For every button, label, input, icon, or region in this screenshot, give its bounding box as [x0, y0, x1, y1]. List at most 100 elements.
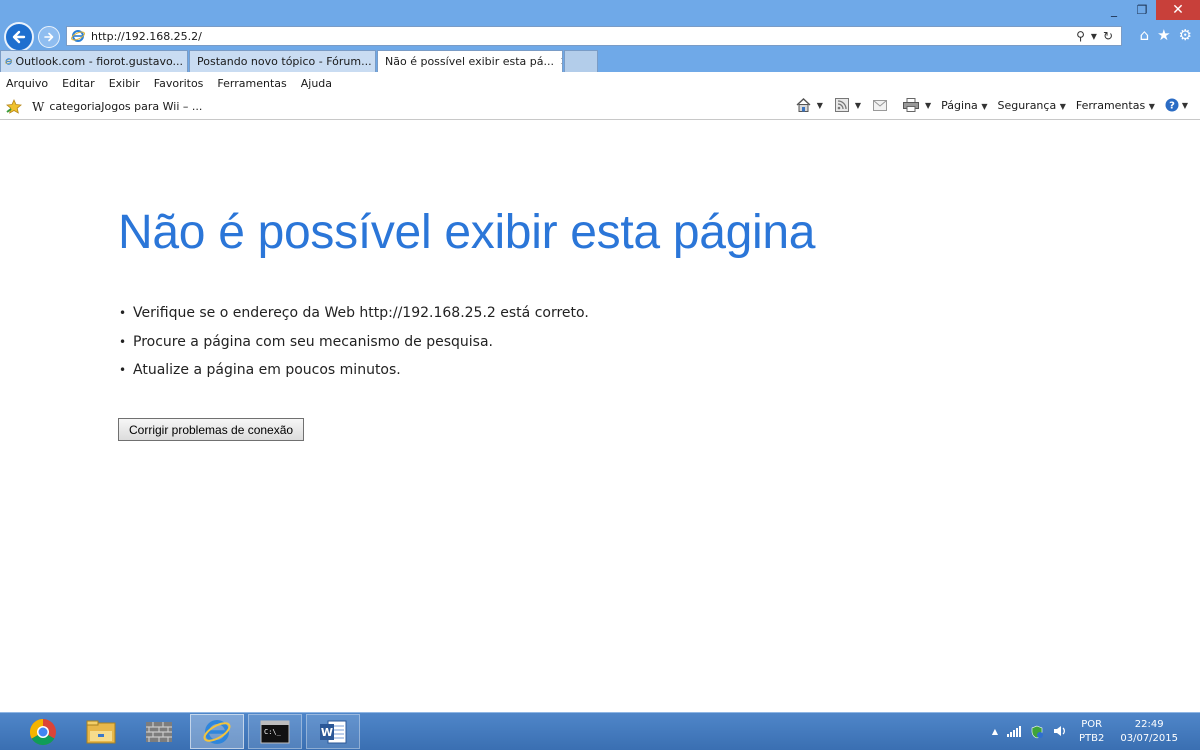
- page-menu[interactable]: Página ▼: [941, 99, 987, 112]
- bullet: •: [119, 363, 127, 378]
- address-tools: ⚲ ▾ ↻: [1076, 29, 1113, 43]
- menu-exibir[interactable]: Exibir: [109, 77, 140, 90]
- home-dropdown-icon[interactable]: ▼: [817, 101, 823, 110]
- window-controls: _ ❐ ✕: [1100, 0, 1200, 20]
- input-language-indicator[interactable]: POR PTB2: [1079, 718, 1104, 746]
- home-icon[interactable]: [796, 98, 811, 112]
- firewall-icon: [146, 721, 172, 742]
- clock[interactable]: 22:49 03/07/2015: [1120, 718, 1178, 746]
- chevron-down-icon[interactable]: ▾: [1091, 29, 1097, 43]
- menu-ajuda[interactable]: Ajuda: [301, 77, 332, 90]
- security-menu-label: Segurança: [997, 98, 1057, 112]
- command-bar: ▼ ▼ ▼ Página ▼ Segurança ▼ Ferramentas ▼…: [796, 98, 1188, 112]
- tray-icons: ▲: [992, 725, 1067, 739]
- browser-tools: ⌂ ★ ⚙: [1140, 26, 1192, 44]
- mail-icon[interactable]: [873, 99, 888, 111]
- menu-editar[interactable]: Editar: [62, 77, 95, 90]
- suggestion-text: Atualize a página em poucos minutos.: [133, 362, 401, 379]
- suggestion-item: • Atualize a página em poucos minutos.: [119, 356, 589, 385]
- arrow-left-icon: [12, 30, 26, 44]
- svg-text:C:\_: C:\_: [264, 728, 282, 736]
- favorites-left: W categoriaJogos para Wii – ...: [6, 99, 202, 114]
- wikipedia-icon: W: [32, 99, 45, 114]
- new-tab-button[interactable]: [564, 50, 598, 72]
- tools-menu[interactable]: Ferramentas ▼: [1076, 99, 1155, 112]
- taskbar-firewall[interactable]: [132, 714, 186, 749]
- security-menu[interactable]: Segurança ▼: [997, 99, 1065, 112]
- clock-date: 03/07/2015: [1120, 732, 1178, 744]
- tab-strip: Outlook.com - fiorot.gustavo... Postando…: [0, 50, 599, 72]
- address-bar[interactable]: http://192.168.25.2/ ⚲ ▾ ↻: [66, 26, 1122, 46]
- menu-bar: Arquivo Editar Exibir Favoritos Ferramen…: [0, 72, 1200, 94]
- network-signal-icon[interactable]: [1006, 725, 1021, 737]
- browser-window: _ ❐ ✕ http://192.168.25.2/ ⚲ ▾ ↻ ⌂ ★ ⚙ O…: [0, 0, 1200, 750]
- tools-menu-label: Ferramentas: [1075, 98, 1146, 112]
- suggestion-item: • Procure a página com seu mecanismo de …: [119, 328, 589, 357]
- tab-outlook[interactable]: Outlook.com - fiorot.gustavo...: [0, 50, 188, 72]
- error-title: Não é possível exibir esta página: [118, 206, 816, 259]
- tab-forum[interactable]: Postando novo tópico - Fórum...: [189, 50, 376, 72]
- security-shield-icon[interactable]: [1030, 725, 1044, 739]
- browser-frame: _ ❐ ✕ http://192.168.25.2/ ⚲ ▾ ↻ ⌂ ★ ⚙ O…: [0, 0, 1200, 72]
- favorites-bar: W categoriaJogos para Wii – ... ▼ ▼ ▼ Pá…: [0, 94, 1200, 120]
- suggestion-text: Procure a página com seu mecanismo de pe…: [133, 333, 494, 350]
- taskbar-chrome[interactable]: [16, 714, 70, 749]
- url-text[interactable]: http://192.168.25.2/: [91, 30, 1076, 43]
- tab-error-page[interactable]: Não é possível exibir esta pá... ✕: [377, 50, 563, 72]
- bullet: •: [119, 306, 127, 321]
- restore-button[interactable]: ❐: [1128, 0, 1156, 20]
- menu-arquivo[interactable]: Arquivo: [6, 77, 48, 90]
- volume-icon[interactable]: [1053, 725, 1067, 737]
- rss-dropdown-icon[interactable]: ▼: [855, 101, 861, 110]
- chevron-down-icon: ▼: [1148, 101, 1155, 111]
- arrow-right-icon: [44, 32, 54, 42]
- page-menu-label: Página: [941, 98, 978, 112]
- suggestion-text: Verifique se o endereço da Web http://19…: [133, 305, 589, 322]
- favorite-link-label: categoriaJogos para Wii – ...: [49, 100, 203, 113]
- minimize-button[interactable]: _: [1100, 0, 1128, 20]
- ie-icon: [71, 30, 85, 42]
- taskbar-internet-explorer[interactable]: [190, 714, 244, 749]
- ie-icon: [5, 58, 13, 65]
- print-icon[interactable]: [903, 98, 920, 112]
- menu-favoritos[interactable]: Favoritos: [154, 77, 204, 90]
- fix-connection-button[interactable]: Corrigir problemas de conexão: [118, 418, 305, 441]
- menu-ferramentas[interactable]: Ferramentas: [217, 77, 286, 90]
- svg-text:W: W: [321, 726, 333, 739]
- svg-text:?: ?: [1169, 101, 1175, 112]
- tab-label: Não é possível exibir esta pá...: [385, 55, 554, 68]
- word-icon: W: [320, 720, 347, 743]
- system-tray: ▲ POR PTB2 22:49 03/07/2015: [992, 713, 1200, 750]
- gear-icon[interactable]: ⚙: [1179, 26, 1192, 44]
- rss-feed-icon[interactable]: [834, 98, 849, 112]
- forward-button[interactable]: [38, 26, 60, 48]
- favorites-star-icon[interactable]: ★: [1157, 26, 1170, 44]
- language-code: POR: [1081, 718, 1103, 730]
- add-favorite-star-icon[interactable]: [6, 99, 22, 114]
- taskbar-command-prompt[interactable]: C:\_: [248, 714, 302, 749]
- file-explorer-icon: [86, 720, 116, 743]
- help-menu[interactable]: ? ▼: [1165, 98, 1188, 112]
- taskbar-file-explorer[interactable]: [74, 714, 128, 749]
- close-button[interactable]: ✕: [1156, 0, 1200, 20]
- back-button[interactable]: [4, 22, 34, 52]
- chevron-down-icon: ▼: [981, 101, 988, 111]
- suggestion-item: • Verifique se o endereço da Web http://…: [119, 299, 589, 328]
- internet-explorer-icon: [203, 719, 231, 744]
- close-tab-icon[interactable]: ✕: [560, 55, 562, 68]
- tab-label: Outlook.com - fiorot.gustavo...: [15, 55, 183, 68]
- refresh-icon[interactable]: ↻: [1103, 29, 1113, 43]
- taskbar-word[interactable]: W: [306, 714, 360, 749]
- tab-label: Postando novo tópico - Fórum...: [197, 55, 372, 68]
- home-icon[interactable]: ⌂: [1140, 26, 1150, 44]
- chrome-icon: [29, 718, 56, 745]
- clock-time: 22:49: [1134, 718, 1164, 730]
- command-prompt-icon: C:\_: [260, 720, 290, 743]
- page-content: Não é possível exibir esta página • Veri…: [0, 121, 1200, 712]
- search-icon[interactable]: ⚲: [1076, 29, 1085, 43]
- print-dropdown-icon[interactable]: ▼: [925, 101, 931, 110]
- show-hidden-icons-icon[interactable]: ▲: [992, 725, 998, 739]
- favorite-link-jogos-wii[interactable]: W categoriaJogos para Wii – ...: [32, 100, 202, 114]
- suggestion-list: • Verifique se o endereço da Web http://…: [119, 299, 589, 385]
- help-icon: ?: [1165, 98, 1179, 112]
